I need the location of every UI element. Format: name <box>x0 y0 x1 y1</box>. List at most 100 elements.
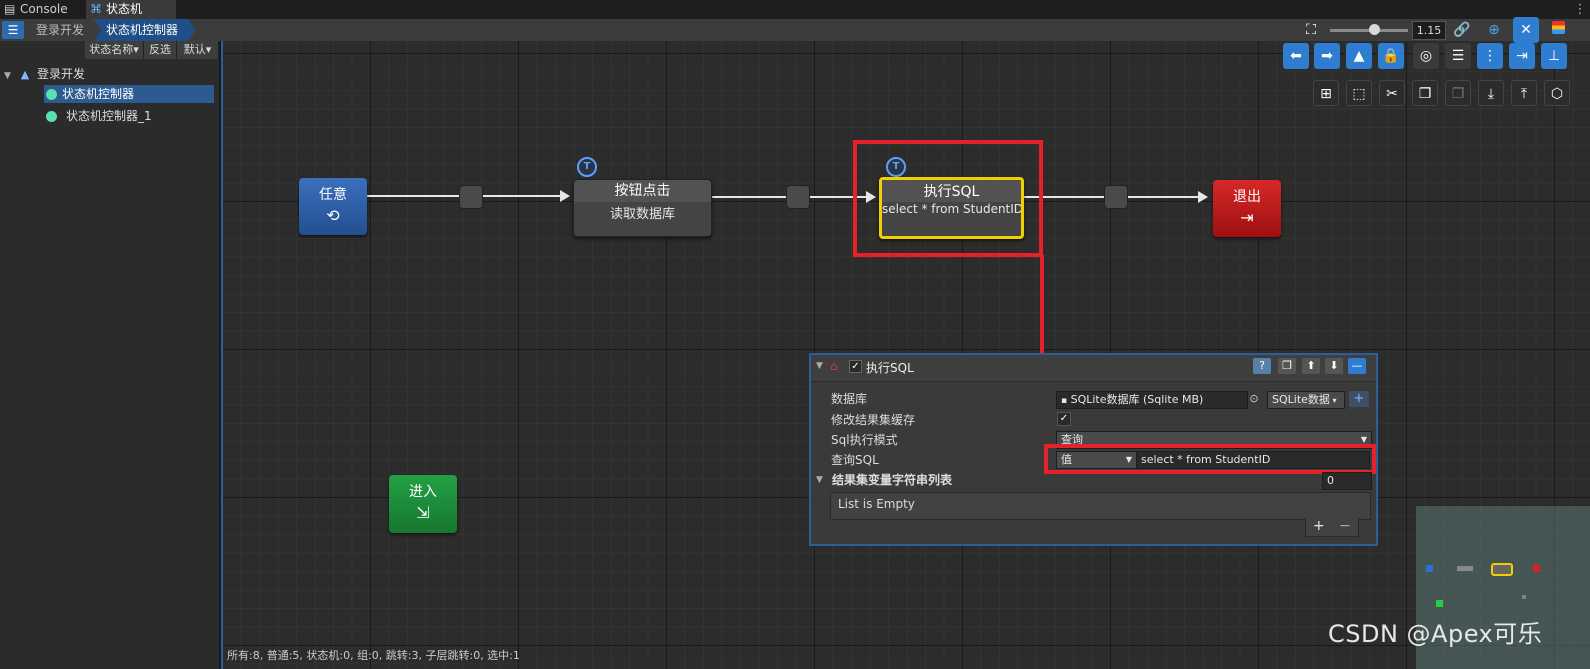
distribute-icon[interactable]: ⇥ <box>1509 43 1535 69</box>
align-top-icon[interactable]: ▲ <box>1346 43 1372 69</box>
layers-color-icon[interactable] <box>1545 17 1571 43</box>
list-label: 结果集变量字符串列表 <box>832 473 953 487</box>
collapse-arrow-icon[interactable]: ▼ <box>816 475 823 485</box>
minimap-dot <box>1522 595 1526 599</box>
arrow-head-icon <box>560 190 570 202</box>
default-dropdown[interactable]: 默认▾ <box>177 41 219 59</box>
transition-port[interactable] <box>459 185 483 209</box>
object-picker-icon[interactable]: ⊙ <box>1247 391 1261 407</box>
arrow-head-icon <box>1198 191 1208 203</box>
node-button-click[interactable]: 按钮点击 读取数据库 <box>573 179 712 237</box>
align-left-icon[interactable]: ☰ <box>1445 43 1471 69</box>
inspector-title: 执行SQL <box>866 361 914 375</box>
list-count-field[interactable]: 0 <box>1322 472 1372 490</box>
zoom-value[interactable]: 1.15 <box>1412 21 1446 40</box>
cut-icon[interactable]: ✂ <box>1379 80 1405 106</box>
minimap-node-sql <box>1491 563 1513 576</box>
node-enter-title: 进入 <box>409 484 437 500</box>
lock-icon[interactable]: 🔒 <box>1378 43 1404 69</box>
watermark: CSDN @Apex可乐 <box>1328 620 1543 648</box>
database-type-value: SQLite数据 <box>1272 393 1330 406</box>
help-icon[interactable]: ? <box>1253 358 1271 374</box>
tab-state-machine-label: 状态机 <box>106 2 143 16</box>
database-label: 数据库 <box>831 392 868 406</box>
move-down-icon[interactable]: ⬇ <box>1325 358 1343 374</box>
tab-bar: ▤ Console ⌘ 状态机 ⋮ <box>0 0 1590 19</box>
arrow-right-icon[interactable]: ➡ <box>1314 43 1340 69</box>
breadcrumb-item-controller[interactable]: 状态机控制器 <box>94 19 196 41</box>
toggle-list-icon[interactable]: ☰ <box>2 21 24 39</box>
remove-icon[interactable]: — <box>1348 358 1366 374</box>
crosshair-icon[interactable]: ⊕ <box>1481 17 1507 43</box>
hierarchy-icon[interactable]: ⋮ <box>1477 43 1503 69</box>
tab-console-label: Console <box>20 2 68 16</box>
more-options-icon[interactable]: ⋮ <box>1573 0 1587 19</box>
node-button-click-subtitle: 读取数据库 <box>609 207 675 222</box>
collapse-arrow-icon: ▼ <box>4 71 11 81</box>
highlight-box-query <box>1044 444 1376 474</box>
status-bar-text: 所有:8, 普通:5, 状态机:0, 组:0, 跳转:3, 子层跳转:0, 选中… <box>227 649 520 662</box>
settings-icon[interactable]: ⬡ <box>1544 80 1570 106</box>
tree-item-controller-1[interactable]: 状态机控制器_1 <box>44 107 152 125</box>
database-file-icon: ▪ <box>1061 396 1068 406</box>
trigger-badge-icon: T <box>577 157 597 177</box>
copy-icon[interactable]: ❐ <box>1412 80 1438 106</box>
tree-root[interactable]: ▼ ▲ 登录开发 <box>4 65 85 83</box>
sort-by-name-button[interactable]: 状态名称▾ <box>85 41 144 59</box>
node-exit[interactable]: 退出 ⇥ <box>1213 180 1281 237</box>
arrow-left-icon[interactable]: ⬅ <box>1283 43 1309 69</box>
move-up-icon[interactable]: ⬆ <box>1302 358 1320 374</box>
node-enter[interactable]: 进入 ⇲ <box>389 475 457 533</box>
add-database-icon[interactable]: + <box>1349 391 1369 407</box>
cache-label: 修改结果集缓存 <box>831 413 916 427</box>
highlight-box-node <box>853 140 1043 257</box>
tree-item-label: 状态机控制器_1 <box>66 109 152 123</box>
database-value: SQLite数据库 (Sqlite MB) <box>1070 393 1204 406</box>
export-icon[interactable]: ⤒ <box>1511 80 1537 106</box>
node-any[interactable]: 任意 ⟲ <box>299 178 367 235</box>
focus-icon[interactable]: ◎ <box>1413 43 1439 69</box>
minimap-node-enter <box>1436 600 1443 607</box>
state-dot-icon <box>46 111 57 122</box>
mode-label: Sql执行模式 <box>831 433 898 447</box>
minimap-node-button <box>1457 566 1473 571</box>
invert-selection-button[interactable]: 反选 <box>144 41 177 59</box>
collapse-arrow-icon[interactable]: ▼ <box>816 361 823 371</box>
select-area-icon[interactable]: ⬚ <box>1346 80 1372 106</box>
tools-icon[interactable]: ✕ <box>1513 17 1539 43</box>
node-any-title: 任意 <box>319 187 347 203</box>
link-icon[interactable]: 🔗 <box>1449 17 1475 43</box>
list-add-icon[interactable]: + <box>1313 518 1325 534</box>
minimap-node-any <box>1426 565 1433 572</box>
tab-state-machine[interactable]: ⌘ 状态机 <box>86 0 176 19</box>
console-icon: ▤ <box>4 2 16 16</box>
tree-item-controller[interactable]: 状态机控制器 <box>44 85 214 103</box>
breadcrumb-item-login[interactable]: 登录开发 <box>36 19 84 41</box>
tree-root-label: 登录开发 <box>37 67 86 81</box>
exit-icon: ⇥ <box>1240 208 1254 227</box>
database-field[interactable]: ▪ SQLite数据库 (Sqlite MB) <box>1056 391 1248 409</box>
transition-port[interactable] <box>786 185 810 209</box>
transition-port[interactable] <box>1104 185 1128 209</box>
import-icon[interactable]: ⤓ <box>1478 80 1504 106</box>
minimap-node-exit <box>1533 565 1540 572</box>
tab-console[interactable]: ▤ Console <box>0 0 100 19</box>
layer-icon: ▲ <box>20 68 30 81</box>
enable-checkbox[interactable]: ✓ <box>849 360 862 373</box>
node-button-click-title: 按钮点击 <box>614 183 671 199</box>
database-type-dropdown[interactable]: SQLite数据 ▾ <box>1267 391 1345 409</box>
home-icon: ⌂ <box>830 359 838 373</box>
paste-icon[interactable]: ❐ <box>1445 80 1471 106</box>
enter-icon: ⇲ <box>416 503 430 522</box>
cache-checkbox[interactable]: ✓ <box>1057 412 1071 426</box>
list-remove-icon[interactable]: − <box>1339 518 1351 534</box>
add-node-icon[interactable]: ⊞ <box>1313 80 1339 106</box>
state-machine-icon: ⌘ <box>90 2 102 16</box>
zoom-slider-handle[interactable] <box>1369 24 1380 35</box>
fit-view-icon[interactable]: ⛶ <box>1298 17 1324 43</box>
node-exit-title: 退出 <box>1233 189 1261 205</box>
align-center-icon[interactable]: ⊥ <box>1541 43 1567 69</box>
list-empty-text: List is Empty <box>838 497 915 511</box>
left-panel <box>0 41 221 669</box>
duplicate-icon[interactable]: ❐ <box>1278 358 1296 374</box>
